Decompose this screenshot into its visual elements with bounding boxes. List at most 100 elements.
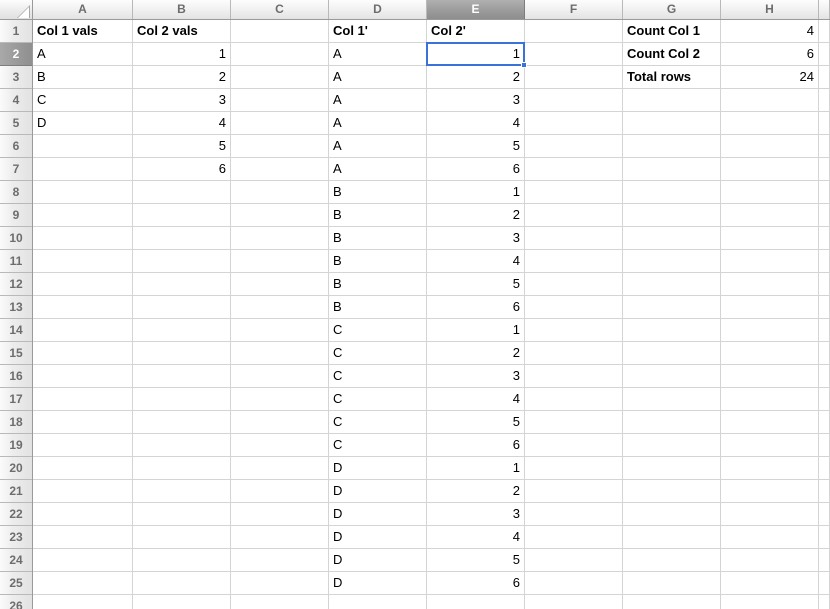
cell-H18[interactable] (721, 411, 819, 433)
cell-A12[interactable] (33, 273, 133, 295)
cell-B8[interactable] (133, 181, 231, 203)
cell-E23[interactable]: 4 (427, 526, 525, 548)
cell-B16[interactable] (133, 365, 231, 387)
cell-H20[interactable] (721, 457, 819, 479)
cell-F8[interactable] (525, 181, 623, 203)
cell-D4[interactable]: A (329, 89, 427, 111)
cell-G22[interactable] (623, 503, 721, 525)
cell-E7[interactable]: 6 (427, 158, 525, 180)
cell-D16[interactable]: C (329, 365, 427, 387)
cell-D3[interactable]: A (329, 66, 427, 88)
cell-E21[interactable]: 2 (427, 480, 525, 502)
cell-G2[interactable]: Count Col 2 (623, 43, 721, 65)
cell-15[interactable] (819, 342, 830, 364)
column-header-f[interactable]: F (525, 0, 623, 19)
cell-H25[interactable] (721, 572, 819, 594)
row-header-9[interactable]: 9 (0, 204, 32, 227)
cell-B5[interactable]: 4 (133, 112, 231, 134)
column-header-partial[interactable] (819, 0, 830, 19)
cell-B10[interactable] (133, 227, 231, 249)
cell-F7[interactable] (525, 158, 623, 180)
cell-A16[interactable] (33, 365, 133, 387)
cell-C1[interactable] (231, 20, 329, 42)
cell-E17[interactable]: 4 (427, 388, 525, 410)
cell-G8[interactable] (623, 181, 721, 203)
cell-17[interactable] (819, 388, 830, 410)
cell-C17[interactable] (231, 388, 329, 410)
cell-H21[interactable] (721, 480, 819, 502)
cell-C23[interactable] (231, 526, 329, 548)
column-header-e[interactable]: E (427, 0, 525, 19)
cell-A26[interactable] (33, 595, 133, 609)
cell-E2[interactable]: 1 (427, 43, 525, 65)
cell-G17[interactable] (623, 388, 721, 410)
cell-H1[interactable]: 4 (721, 20, 819, 42)
cell-F22[interactable] (525, 503, 623, 525)
cell-E6[interactable]: 5 (427, 135, 525, 157)
row-header-7[interactable]: 7 (0, 158, 32, 181)
cell-A9[interactable] (33, 204, 133, 226)
cell-E10[interactable]: 3 (427, 227, 525, 249)
cell-D15[interactable]: C (329, 342, 427, 364)
column-header-g[interactable]: G (623, 0, 721, 19)
cell-H11[interactable] (721, 250, 819, 272)
cell-G16[interactable] (623, 365, 721, 387)
cell-D7[interactable]: A (329, 158, 427, 180)
cell-G23[interactable] (623, 526, 721, 548)
cell-H23[interactable] (721, 526, 819, 548)
cell-B4[interactable]: 3 (133, 89, 231, 111)
cell-D21[interactable]: D (329, 480, 427, 502)
cell-H24[interactable] (721, 549, 819, 571)
cell-A10[interactable] (33, 227, 133, 249)
cell-D8[interactable]: B (329, 181, 427, 203)
cell-B13[interactable] (133, 296, 231, 318)
cell-E12[interactable]: 5 (427, 273, 525, 295)
cell-B25[interactable] (133, 572, 231, 594)
row-header-26[interactable]: 26 (0, 595, 32, 609)
cell-B18[interactable] (133, 411, 231, 433)
cell-E1[interactable]: Col 2' (427, 20, 525, 42)
cell-B1[interactable]: Col 2 vals (133, 20, 231, 42)
cell-C7[interactable] (231, 158, 329, 180)
cell-E5[interactable]: 4 (427, 112, 525, 134)
column-header-h[interactable]: H (721, 0, 819, 19)
row-header-6[interactable]: 6 (0, 135, 32, 158)
cell-C4[interactable] (231, 89, 329, 111)
cell-E16[interactable]: 3 (427, 365, 525, 387)
cell-G3[interactable]: Total rows (623, 66, 721, 88)
cell-E13[interactable]: 6 (427, 296, 525, 318)
cell-G12[interactable] (623, 273, 721, 295)
cell-A2[interactable]: A (33, 43, 133, 65)
row-header-13[interactable]: 13 (0, 296, 32, 319)
cell-14[interactable] (819, 319, 830, 341)
cell-F15[interactable] (525, 342, 623, 364)
cell-C14[interactable] (231, 319, 329, 341)
cell-1[interactable] (819, 20, 830, 42)
cell-H8[interactable] (721, 181, 819, 203)
cell-C3[interactable] (231, 66, 329, 88)
cell-G24[interactable] (623, 549, 721, 571)
cell-G7[interactable] (623, 158, 721, 180)
cell-grid[interactable]: Col 1 vals Col 2 vals Col 1' Col 2' Count Co… (33, 20, 830, 609)
cell-A13[interactable] (33, 296, 133, 318)
cell-G18[interactable] (623, 411, 721, 433)
cell-B23[interactable] (133, 526, 231, 548)
row-header-5[interactable]: 5 (0, 112, 32, 135)
row-header-25[interactable]: 25 (0, 572, 32, 595)
cell-D17[interactable]: C (329, 388, 427, 410)
cell-A11[interactable] (33, 250, 133, 272)
row-header-12[interactable]: 12 (0, 273, 32, 296)
cell-F21[interactable] (525, 480, 623, 502)
cell-G1[interactable]: Count Col 1 (623, 20, 721, 42)
cell-H5[interactable] (721, 112, 819, 134)
cell-A8[interactable] (33, 181, 133, 203)
cell-A1[interactable]: Col 1 vals (33, 20, 133, 42)
cell-D19[interactable]: C (329, 434, 427, 456)
cell-C21[interactable] (231, 480, 329, 502)
cell-A4[interactable]: C (33, 89, 133, 111)
cell-E24[interactable]: 5 (427, 549, 525, 571)
column-header-d[interactable]: D (329, 0, 427, 19)
cell-H19[interactable] (721, 434, 819, 456)
cell-B11[interactable] (133, 250, 231, 272)
cell-B2[interactable]: 1 (133, 43, 231, 65)
